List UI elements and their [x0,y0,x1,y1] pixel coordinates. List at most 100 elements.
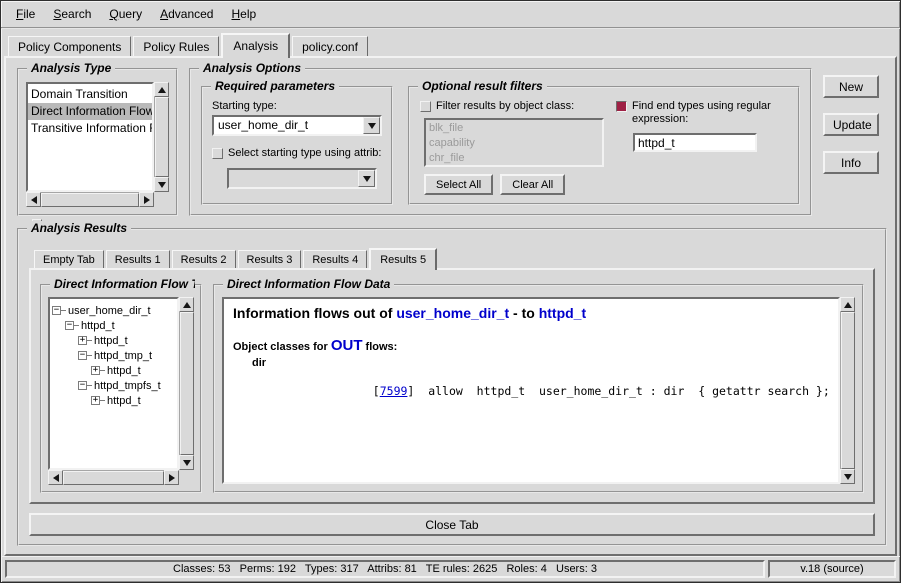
tree-node-label[interactable]: httpd_t [105,395,141,407]
expand-icon[interactable]: + [91,366,100,375]
tab-policy-rules[interactable]: Policy Rules [133,36,219,56]
new-button[interactable]: New [823,75,879,98]
tree-node-label[interactable]: httpd_tmp_t [92,350,152,362]
menu-file[interactable]: File [7,3,44,25]
tree-node[interactable]: + httpd_t [52,333,175,348]
rule-id-link[interactable]: 7599 [380,384,408,398]
tree-node[interactable]: −httpd_tmpfs_t [52,378,175,393]
info-button[interactable]: Info [823,151,879,174]
scrollbar-trough[interactable] [63,470,164,485]
combobox-dropdown-button[interactable] [358,170,375,187]
scrollbar-corner [154,192,169,207]
data-vscrollbar[interactable] [840,297,855,484]
analysis-type-option-selected[interactable]: Direct Information Flow [28,103,152,120]
tree-vscrollbar[interactable] [179,297,194,470]
tree-node-label[interactable]: httpd_tmpfs_t [92,380,161,392]
flow-direction: OUT [331,337,363,354]
object-class-filter-checkbox[interactable] [420,101,431,112]
scroll-left-button[interactable] [48,470,63,485]
object-class-listbox[interactable]: blk_file capability chr_file [424,118,604,167]
tree-node-label[interactable]: httpd_t [79,320,115,332]
flow-results-text[interactable]: Information flows out of user_home_dir_t… [222,297,840,484]
analysis-results-title: Analysis Results [27,221,131,235]
scrollbar-trough[interactable] [154,97,169,177]
attrib-checkbox[interactable] [212,148,223,159]
scroll-up-button[interactable] [840,297,855,312]
close-tab-button[interactable]: Close Tab [29,513,875,536]
flow-heading: Information flows out of user_home_dir_t… [233,305,829,321]
tree-node[interactable]: −user_home_dir_t [52,303,175,318]
flow-heading-connector: - to [509,305,539,321]
tab-policy-components[interactable]: Policy Components [8,36,131,56]
collapse-icon[interactable]: − [78,381,87,390]
scroll-right-button[interactable] [139,192,154,207]
expand-icon[interactable]: + [78,336,87,345]
clear-all-button[interactable]: Clear All [500,174,565,195]
tab-empty-tab[interactable]: Empty Tab [34,250,104,268]
analysis-type-option[interactable]: Domain Transition [28,86,152,103]
tab-policy-conf[interactable]: policy.conf [292,36,368,56]
collapse-icon[interactable]: − [65,321,74,330]
menu-query[interactable]: Query [100,3,151,25]
scrollbar-thumb[interactable] [841,312,855,469]
scroll-down-button[interactable] [840,469,855,484]
up-arrow-icon [844,302,852,308]
scrollbar-trough[interactable] [41,192,139,207]
attrib-combobox[interactable] [227,168,377,189]
scrollbar-thumb[interactable] [63,471,164,485]
menu-search[interactable]: Search [44,3,100,25]
scrollbar-thumb[interactable] [155,97,169,177]
update-button[interactable]: Update [823,113,879,136]
tree-node[interactable]: −httpd_t [52,318,175,333]
scroll-up-button[interactable] [179,297,194,312]
flow-target-type: httpd_t [539,305,586,321]
scrollbar-thumb[interactable] [41,193,139,207]
flow-tree-group: Direct Information Flow T −user_home_dir… [40,284,202,493]
tab-results-5[interactable]: Results 5 [369,248,437,270]
tree-node[interactable]: + httpd_t [52,363,175,378]
menu-advanced[interactable]: Advanced [151,3,222,25]
tab-results-2[interactable]: Results 2 [172,250,236,268]
collapse-icon[interactable]: − [52,306,61,315]
tab-analysis[interactable]: Analysis [221,33,290,58]
scrollbar-trough[interactable] [179,312,194,455]
starting-type-combobox[interactable]: user_home_dir_t [212,115,382,136]
tab-results-4[interactable]: Results 4 [303,250,367,268]
scroll-down-button[interactable] [154,177,169,192]
right-arrow-icon [144,196,150,204]
tab-results-3[interactable]: Results 3 [238,250,302,268]
tree-node[interactable]: + httpd_t [52,393,175,408]
object-class-item: chr_file [429,151,599,166]
collapse-icon[interactable]: − [78,351,87,360]
status-bar: Classes: 53 Perms: 192 Types: 317 Attrib… [1,556,900,582]
regex-input[interactable] [633,133,757,152]
scrollbar-thumb[interactable] [180,312,194,455]
expand-icon[interactable]: + [91,396,100,405]
regex-checkbox[interactable] [616,101,627,112]
menu-help[interactable]: Help [222,3,265,25]
regex-filter-column: Find end types using regular expression: [616,100,788,195]
analysis-type-vscrollbar[interactable] [154,82,169,192]
right-arrow-icon [169,474,175,482]
tree-node-label[interactable]: httpd_t [105,365,141,377]
tree-node[interactable]: −httpd_tmp_t [52,348,175,363]
scrollbar-trough[interactable] [840,312,855,469]
select-all-button[interactable]: Select All [424,174,493,195]
results-frame: Direct Information Flow T −user_home_dir… [29,268,875,504]
flow-tree[interactable]: −user_home_dir_t−httpd_t+httpd_t−httpd_t… [48,297,179,470]
analysis-type-listbox[interactable]: Domain Transition Direct Information Flo… [26,82,154,192]
scroll-right-button[interactable] [164,470,179,485]
tree-hscrollbar[interactable] [48,470,179,485]
scroll-up-button[interactable] [154,82,169,97]
flow-data-group: Direct Information Flow Data Information… [213,284,864,493]
tab-results-1[interactable]: Results 1 [106,250,170,268]
tree-node-label[interactable]: httpd_t [92,335,128,347]
scroll-down-button[interactable] [179,455,194,470]
attrib-checkbox-label: Select starting type using attrib: [228,147,381,160]
combobox-dropdown-button[interactable] [363,117,380,134]
scroll-left-button[interactable] [26,192,41,207]
analysis-type-option[interactable]: Transitive Information Flow [28,120,152,137]
down-arrow-icon [183,460,191,466]
analysis-type-hscrollbar[interactable] [26,192,154,207]
tree-node-label[interactable]: user_home_dir_t [66,305,151,317]
